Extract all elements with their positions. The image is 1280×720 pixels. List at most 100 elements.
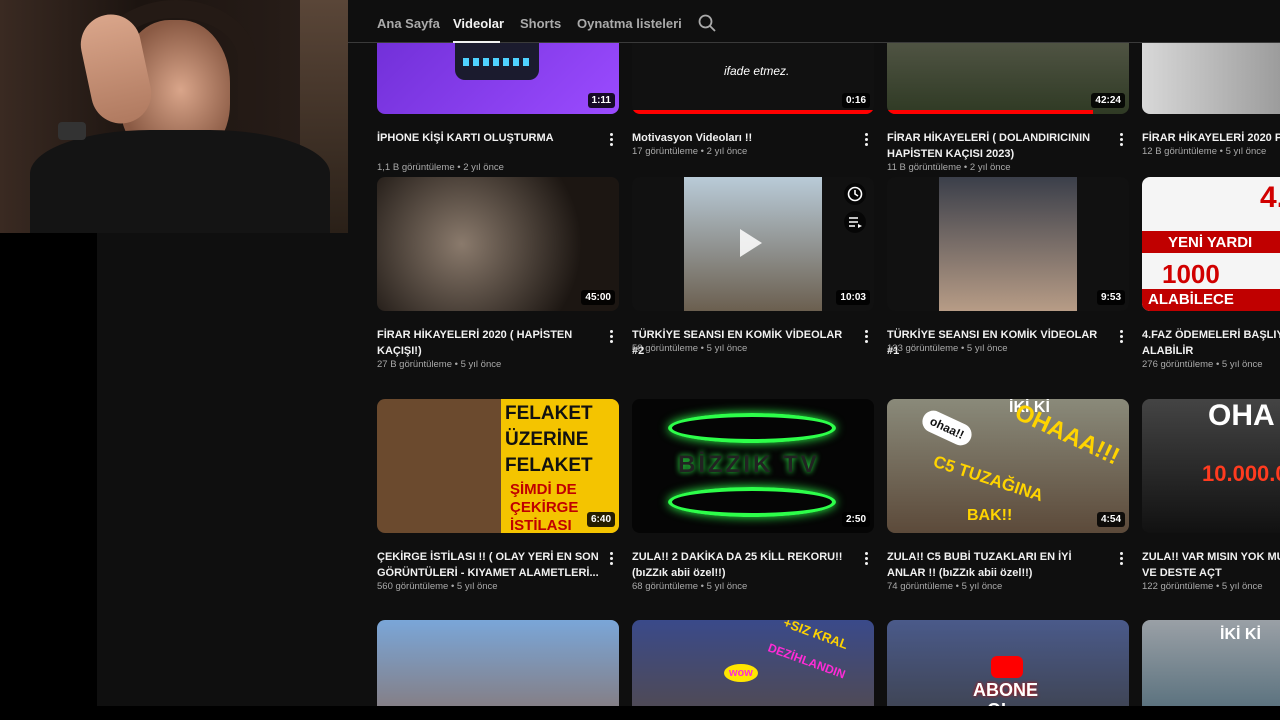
video-duration: 45:00	[581, 290, 615, 305]
video-thumbnail[interactable]: BİZZIK TV 2:50	[632, 399, 874, 533]
more-vert-icon[interactable]	[1117, 552, 1125, 566]
neon-ring	[668, 487, 836, 517]
video-card[interactable]	[377, 620, 619, 706]
video-title[interactable]: Motivasyon Videoları !!	[632, 130, 854, 146]
upload-age: 5 yıl önce	[460, 359, 502, 370]
video-card[interactable]: BİZZIK TV 2:50 ZULA!! 2 DAKİKA DA 25 KİL…	[632, 399, 874, 592]
upload-age: 5 yıl önce	[1221, 581, 1263, 592]
tab-videos[interactable]: Videolar	[453, 16, 504, 31]
video-thumbnail[interactable]: +SIZ KRAL DEZİHLANDIN wow	[632, 620, 874, 706]
thumbnail-caption: OHA	[1208, 399, 1275, 432]
search-icon[interactable]	[697, 13, 717, 33]
video-thumbnail[interactable]	[377, 620, 619, 706]
video-thumbnail[interactable]: OHA 10.000.0	[1142, 399, 1280, 533]
video-thumbnail[interactable]: ABONE OL	[887, 620, 1129, 706]
video-meta: 27 B görüntüleme • 5 yıl önce	[377, 359, 502, 370]
video-duration: 6:40	[586, 512, 615, 527]
video-title[interactable]: ÇEKİRGE İSTİLASI !! ( OLAY YERİ EN SON G…	[377, 549, 599, 581]
video-card[interactable]: ohaa!! İKİ Kİ OHAAA!!! C5 TUZAĞINA BAK!!…	[887, 399, 1129, 592]
view-count: 74 görüntüleme	[887, 581, 954, 592]
view-count: 560 görüntüleme	[377, 581, 449, 592]
video-thumbnail[interactable]: ohaa!! İKİ Kİ OHAAA!!! C5 TUZAĞINA BAK!!…	[887, 399, 1129, 533]
upload-age: 5 yıl önce	[966, 343, 1008, 354]
upload-age: 2 yıl önce	[706, 146, 748, 157]
video-thumbnail[interactable]: 45:00	[377, 177, 619, 311]
play-icon	[740, 229, 762, 257]
tab-shorts[interactable]: Shorts	[520, 16, 561, 31]
video-title[interactable]: ZULA!! VAR MISIN YOK MU BEY!!(KASA VE DE…	[1142, 549, 1280, 581]
video-meta: 17 görüntüleme • 2 yıl önce	[632, 146, 748, 157]
upload-age: 5 yıl önce	[706, 581, 748, 592]
more-vert-icon[interactable]	[607, 552, 615, 566]
presenter-body	[30, 130, 330, 233]
video-duration: 1:11	[587, 93, 615, 108]
thumbnail-caption: 4. FA	[1260, 181, 1280, 214]
tab-playlists[interactable]: Oynatma listeleri	[577, 16, 682, 31]
more-vert-icon[interactable]	[607, 330, 615, 344]
view-count: 27 B görüntüleme	[377, 359, 452, 370]
video-card[interactable]: ABONE OL	[887, 620, 1129, 706]
upload-age: 5 yıl önce	[1225, 146, 1267, 157]
video-duration: 2:50	[841, 512, 870, 527]
upload-age: 2 yıl önce	[969, 162, 1011, 173]
video-title[interactable]: FİRAR HİKAYELERİ 2020 ( HAPİSTEN KAÇIŞI!…	[377, 327, 599, 359]
video-duration: 42:24	[1091, 93, 1125, 108]
neon-ring	[668, 413, 836, 443]
thumbnail-caption: FELAKET	[505, 403, 593, 424]
thumbnail-caption: ohaa!!	[918, 407, 976, 449]
queue-icon[interactable]	[844, 211, 866, 233]
video-title[interactable]: ZULA!! C5 BUBİ TUZAKLARI EN İYİ ANLAR !!…	[887, 549, 1109, 581]
video-card[interactable]: +SIZ KRAL DEZİHLANDIN wow	[632, 620, 874, 706]
video-card[interactable]: OHA 10.000.0 ZULA!! VAR MISIN YOK MU BEY…	[1142, 399, 1280, 592]
tab-home[interactable]: Ana Sayfa	[377, 16, 440, 31]
channel-tabs-bar: Ana Sayfa Videolar Shorts Oynatma listel…	[347, 0, 1280, 43]
more-vert-icon[interactable]	[1117, 133, 1125, 147]
thumbnail-caption: 10.000.0	[1202, 461, 1280, 486]
more-vert-icon[interactable]	[862, 552, 870, 566]
video-thumbnail[interactable]: İKİ Kİ	[1142, 620, 1280, 706]
more-vert-icon[interactable]	[1117, 330, 1125, 344]
video-title[interactable]: ZULA!! 2 DAKİKA DA 25 KİLL REKORU!! (bıZ…	[632, 549, 854, 581]
video-meta: 276 görüntüleme • 5 yıl önce	[1142, 359, 1263, 370]
watch-progress-bar	[887, 110, 1093, 114]
upload-age: 5 yıl önce	[1221, 359, 1263, 370]
view-count: 58 görüntüleme	[632, 343, 699, 354]
thumbnail-caption: İKİ Kİ	[1220, 626, 1261, 643]
thumbnail-caption: BAK!!	[967, 507, 1013, 524]
video-meta: 122 görüntüleme • 5 yıl önce	[1142, 581, 1263, 592]
more-vert-icon[interactable]	[862, 330, 870, 344]
more-vert-icon[interactable]	[862, 133, 870, 147]
more-vert-icon[interactable]	[607, 133, 615, 147]
video-title[interactable]: 4.FAZ ÖDEMELERİ BAŞLIYO HERKES ALABİLİR	[1142, 327, 1280, 359]
thumbnail-caption: ABONE	[973, 680, 1039, 700]
video-title[interactable]: FİRAR HİKAYELERİ 2020 Pİ	[1142, 130, 1280, 146]
video-thumbnail[interactable]: 9:53	[887, 177, 1129, 311]
video-title[interactable]: İPHONE KİŞİ KARTI OLUŞTURMA	[377, 130, 599, 146]
thumbnail-caption: ŞİMDİ DE	[510, 481, 577, 498]
video-thumbnail[interactable]: FELAKET ÜZERİNE FELAKET ŞİMDİ DE ÇEKİRGE…	[377, 399, 619, 533]
view-count: 11 B görüntüleme	[887, 162, 962, 173]
video-card[interactable]: 10:03 TÜRKİYE SEANSI EN KOMİK VİDEOLAR #…	[632, 177, 874, 357]
clock-icon[interactable]	[844, 183, 866, 205]
video-duration: 0:16	[841, 93, 870, 108]
video-duration: 9:53	[1096, 290, 1125, 305]
video-card[interactable]: 4. FA YENİ YARDI 1000 ALABİLECE 4.FAZ ÖD…	[1142, 177, 1280, 370]
video-card[interactable]: İKİ Kİ	[1142, 620, 1280, 706]
upload-age: 2 yıl önce	[463, 162, 504, 173]
thumbnail-caption: wow	[724, 664, 758, 682]
video-card[interactable]: FELAKET ÜZERİNE FELAKET ŞİMDİ DE ÇEKİRGE…	[377, 399, 619, 592]
video-thumbnail[interactable]: 10:03	[632, 177, 874, 311]
thumbnail-frame	[939, 177, 1077, 311]
video-title[interactable]: FİRAR HİKAYELERİ ( DOLANDIRICININ HAPİST…	[887, 130, 1109, 162]
active-tab-indicator	[453, 41, 500, 43]
video-meta: 68 görüntüleme • 5 yıl önce	[632, 581, 748, 592]
video-card[interactable]: 9:53 TÜRKİYE SEANSI EN KOMİK VİDEOLAR #1…	[887, 177, 1129, 357]
video-thumbnail[interactable]: 4. FA YENİ YARDI 1000 ALABİLECE	[1142, 177, 1280, 311]
thumbnail-caption: C5 TUZAĞINA	[931, 451, 1046, 506]
view-count: 122 görüntüleme	[1142, 581, 1214, 592]
video-card[interactable]: 45:00 FİRAR HİKAYELERİ 2020 ( HAPİSTEN K…	[377, 177, 619, 370]
video-meta: 11 B görüntüleme • 2 yıl önce	[887, 162, 1011, 173]
youtube-logo-icon	[991, 656, 1023, 678]
watch-progress-bar	[632, 110, 874, 114]
video-duration: 10:03	[836, 290, 870, 305]
